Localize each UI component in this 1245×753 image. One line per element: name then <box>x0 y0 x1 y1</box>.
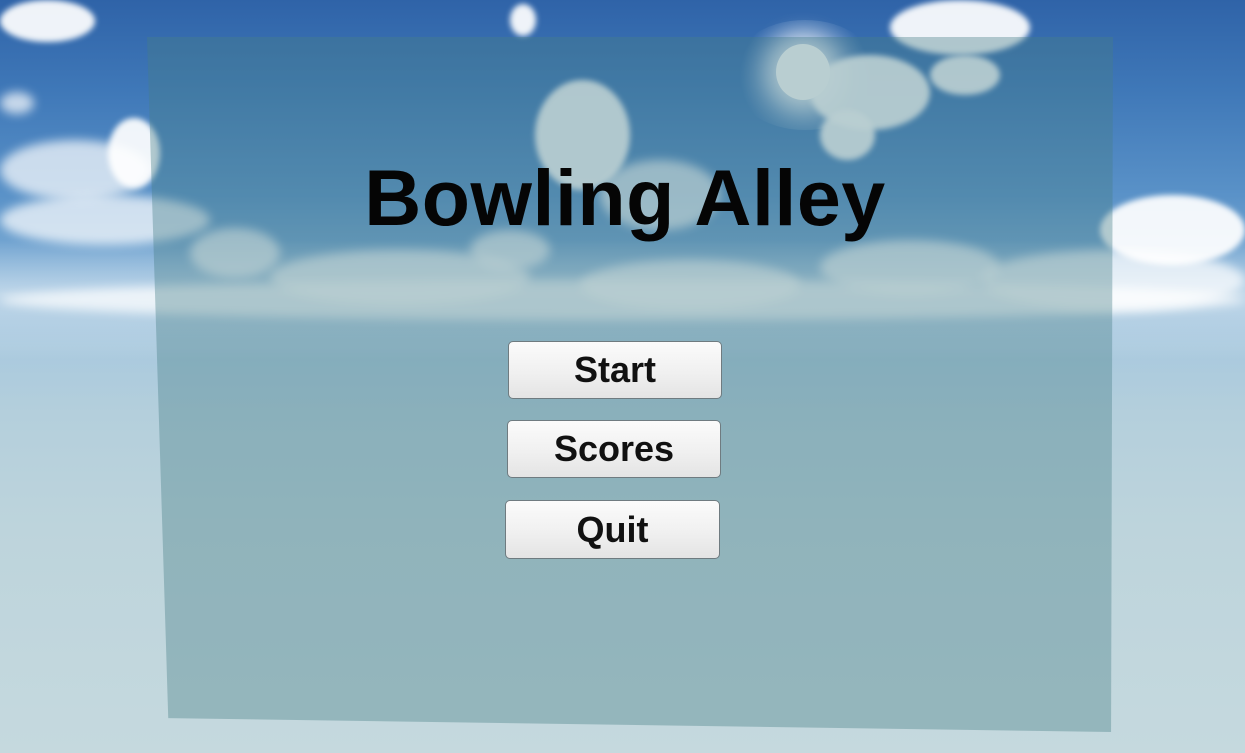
cloud <box>510 4 536 36</box>
scores-button[interactable]: Scores <box>507 420 721 478</box>
cloud <box>0 140 150 200</box>
cloud <box>0 92 34 114</box>
game-title: Bowling Alley <box>364 153 886 242</box>
quit-button[interactable]: Quit <box>505 500 720 559</box>
cloud <box>0 0 95 42</box>
start-button[interactable]: Start <box>508 341 722 399</box>
game-scene: Bowling Alley Start Scores Quit <box>0 0 1245 753</box>
